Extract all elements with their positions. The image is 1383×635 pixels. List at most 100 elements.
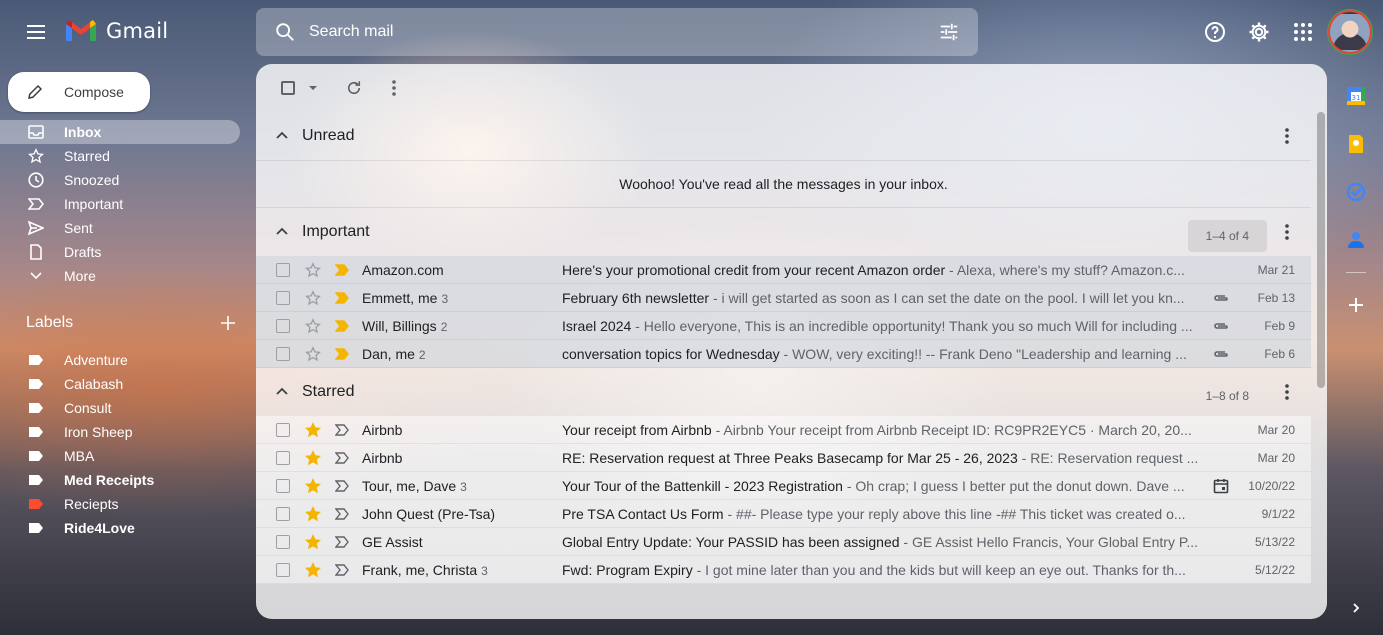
sender-name: Emmett, me 3 <box>362 289 449 306</box>
sidebar-item-sent[interactable]: Sent <box>0 216 240 240</box>
star-icon[interactable] <box>305 561 321 578</box>
thread-count: 2 <box>440 319 448 334</box>
chevron-up-icon[interactable] <box>272 126 292 146</box>
email-row[interactable]: John Quest (Pre-Tsa) Pre TSA Contact Us F… <box>256 500 1311 528</box>
email-row[interactable]: Will, Billings 2 Israel 2024 - Hello every… <box>256 312 1311 340</box>
sidebar-item-important[interactable]: Important <box>0 192 240 216</box>
main-menu-button[interactable] <box>14 10 58 54</box>
section-unread[interactable]: Unread <box>256 112 1311 160</box>
star-icon[interactable] <box>305 533 321 550</box>
email-row[interactable]: GE Assist Global Entry Update: Your PASSI… <box>256 528 1311 556</box>
add-icon[interactable] <box>1334 281 1378 329</box>
email-row[interactable]: Frank, me, Christa 3 Fwd: Program Expiry -… <box>256 556 1311 584</box>
refresh-icon[interactable] <box>332 68 376 108</box>
row-checkbox[interactable] <box>276 346 290 361</box>
section-important[interactable]: Important 1–4 of 4 <box>256 208 1311 256</box>
attachment-icon[interactable] <box>1211 291 1231 305</box>
section-starred[interactable]: Starred 1–8 of 8 <box>256 368 1311 416</box>
scrollbar[interactable] <box>1317 112 1325 388</box>
label-item-mba[interactable]: MBA <box>0 444 240 468</box>
email-row[interactable]: Tour, me, Dave 3 Your Tour of the Battenki… <box>256 472 1311 500</box>
sender-name: GE Assist <box>362 533 423 550</box>
help-icon[interactable] <box>1193 8 1237 56</box>
email-row[interactable]: Airbnb Your receipt from Airbnb - Airbnb … <box>256 416 1311 444</box>
hamburger-icon <box>27 25 45 39</box>
label-item-med-receipts[interactable]: Med Receipts <box>0 468 240 492</box>
important-marker-icon[interactable] <box>335 535 349 548</box>
important-marker-icon[interactable] <box>335 451 349 464</box>
apps-icon[interactable] <box>1281 8 1325 56</box>
important-marker-icon[interactable] <box>335 563 349 576</box>
chevron-right-icon[interactable] <box>1340 592 1372 624</box>
select-all-checkbox[interactable] <box>270 68 306 108</box>
attachment-icon[interactable] <box>1211 319 1231 333</box>
add-label-icon[interactable] <box>220 315 236 331</box>
row-checkbox[interactable] <box>276 534 290 549</box>
label-item-adventure[interactable]: Adventure <box>0 348 240 372</box>
sidebar-item-drafts[interactable]: Drafts <box>0 240 240 264</box>
settings-icon[interactable] <box>1237 8 1281 56</box>
sidebar-item-more[interactable]: More <box>0 264 240 288</box>
row-checkbox[interactable] <box>276 478 290 493</box>
sidebar-item-label: Inbox <box>64 124 102 140</box>
more-vert-icon[interactable] <box>1277 222 1297 242</box>
star-icon[interactable] <box>305 317 321 334</box>
email-snippet: ##- Please type your reply above this li… <box>736 505 1186 522</box>
keep-icon[interactable] <box>1334 120 1378 168</box>
row-checkbox[interactable] <box>276 290 290 305</box>
label-item-reciepts[interactable]: Reciepts <box>0 492 240 516</box>
sidebar-item-starred[interactable]: Starred <box>0 144 240 168</box>
row-checkbox[interactable] <box>276 450 290 465</box>
star-icon[interactable] <box>305 505 321 522</box>
important-marker-icon[interactable] <box>335 423 349 436</box>
sidebar-item-inbox[interactable]: Inbox <box>0 120 240 144</box>
sender-name: Amazon.com <box>362 261 444 278</box>
star-icon[interactable] <box>305 449 321 466</box>
label-item-ride4love[interactable]: Ride4Love <box>0 516 240 540</box>
email-row[interactable]: Amazon.com Here's your promotional credit… <box>256 256 1311 284</box>
sidebar-item-snoozed[interactable]: Snoozed <box>0 168 240 192</box>
search-icon[interactable] <box>261 8 309 56</box>
chevron-up-icon[interactable] <box>272 382 292 402</box>
select-dropdown-icon[interactable] <box>306 68 320 108</box>
side-panel: 31 <box>1334 72 1378 329</box>
important-marker-icon[interactable] <box>335 263 349 276</box>
label-item-calabash[interactable]: Calabash <box>0 372 240 396</box>
important-marker-icon[interactable] <box>335 291 349 304</box>
calendar-icon[interactable]: 31 <box>1334 72 1378 120</box>
tune-icon[interactable] <box>927 10 971 54</box>
search-bar[interactable] <box>256 8 978 56</box>
row-checkbox[interactable] <box>276 262 290 277</box>
star-icon[interactable] <box>305 345 321 362</box>
email-row[interactable]: Dan, me 2 conversation topics for Wednesda… <box>256 340 1311 368</box>
more-vert-icon[interactable] <box>1277 126 1297 146</box>
star-icon[interactable] <box>305 421 321 438</box>
row-checkbox[interactable] <box>276 562 290 577</box>
important-marker-icon[interactable] <box>335 319 349 332</box>
compose-button[interactable]: Compose <box>8 72 150 112</box>
important-marker-icon[interactable] <box>335 347 349 360</box>
label-item-consult[interactable]: Consult <box>0 396 240 420</box>
chevron-up-icon[interactable] <box>272 222 292 242</box>
calendar-event-icon[interactable] <box>1211 478 1231 493</box>
more-vert-icon[interactable] <box>1277 382 1297 402</box>
important-marker-icon[interactable] <box>335 479 349 492</box>
email-row[interactable]: Emmett, me 3 February 6th newsletter - i w… <box>256 284 1311 312</box>
gmail-logo[interactable]: Gmail <box>64 18 168 44</box>
row-checkbox[interactable] <box>276 422 290 437</box>
label-item-iron-sheep[interactable]: Iron Sheep <box>0 420 240 444</box>
account-avatar[interactable] <box>1330 12 1370 52</box>
row-checkbox[interactable] <box>276 318 290 333</box>
search-input[interactable] <box>309 8 927 56</box>
tasks-icon[interactable] <box>1334 168 1378 216</box>
star-icon[interactable] <box>305 261 321 278</box>
email-row[interactable]: Airbnb RE: Reservation request at Three P… <box>256 444 1311 472</box>
attachment-icon[interactable] <box>1211 347 1231 361</box>
star-icon[interactable] <box>305 477 321 494</box>
star-icon[interactable] <box>305 289 321 306</box>
row-checkbox[interactable] <box>276 506 290 521</box>
more-vert-icon[interactable] <box>376 68 412 108</box>
contacts-icon[interactable] <box>1334 216 1378 264</box>
important-marker-icon[interactable] <box>335 507 349 520</box>
send-icon <box>28 220 44 236</box>
